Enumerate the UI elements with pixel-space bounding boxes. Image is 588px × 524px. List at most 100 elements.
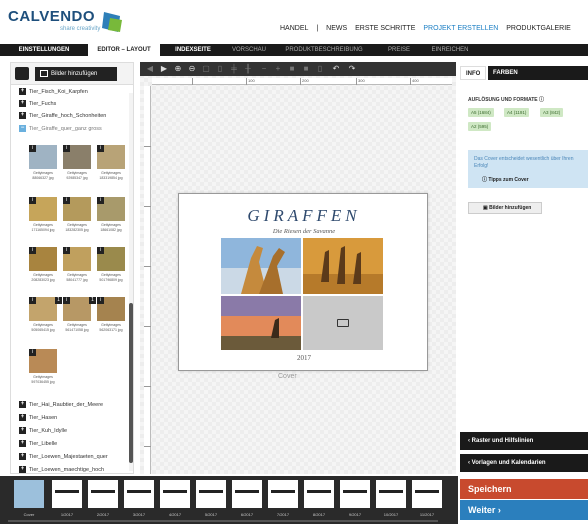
next-button[interactable]: Weiter › xyxy=(460,500,588,520)
folder-item[interactable]: + Tier_Hasen xyxy=(19,413,57,424)
tab-indexseite[interactable]: INDEXSEITE xyxy=(163,44,223,56)
image-info-icon[interactable]: i xyxy=(63,145,70,152)
image-info-icon[interactable]: i xyxy=(63,247,70,254)
image-info-icon[interactable]: i xyxy=(29,247,36,254)
align-center-icon[interactable]: ╪ xyxy=(230,65,238,73)
info-icon[interactable]: ⓘ xyxy=(539,97,544,103)
undo-icon[interactable]: ↶ xyxy=(332,65,340,73)
page-thumb[interactable] xyxy=(412,480,442,508)
page-thumb-label: 10/2017 xyxy=(383,512,399,517)
page-thumb[interactable] xyxy=(160,480,190,508)
delete-icon[interactable]: ▯ xyxy=(316,65,324,73)
page-thumb[interactable] xyxy=(304,480,334,508)
add-images-button-right[interactable]: ▣ Bilder hinzufügen xyxy=(468,202,542,214)
image-info-icon[interactable]: i xyxy=(63,297,70,304)
thumbnail-caption: Gettyimages 505065415 jpg xyxy=(31,323,55,332)
folder-icon[interactable] xyxy=(15,67,29,80)
accordion-raster[interactable]: ‹ Raster und Hilfslinien xyxy=(460,432,588,450)
nav-projekt-erstellen[interactable]: PROJEKT ERSTELLEN xyxy=(423,25,498,32)
nav-handel[interactable]: HANDEL xyxy=(280,25,308,32)
page-thumb[interactable] xyxy=(196,480,226,508)
redo-icon[interactable]: ↷ xyxy=(348,65,356,73)
align-left-icon[interactable]: ▯ xyxy=(216,65,224,73)
calendar-title[interactable]: GIRAFFEN xyxy=(179,206,429,226)
tab-farben[interactable]: FARBEN xyxy=(488,66,523,80)
fit-page-icon[interactable]: ▢ xyxy=(202,65,210,73)
plus-icon[interactable]: + xyxy=(19,427,26,435)
giraffe-photo-1[interactable] xyxy=(221,238,301,294)
page-thumb[interactable] xyxy=(88,480,118,508)
calendar-year[interactable]: 2017 xyxy=(179,354,429,362)
nav-erste-schritte[interactable]: ERSTE SCHRITTE xyxy=(355,25,415,32)
folder-item[interactable]: + Tier_Libelle xyxy=(19,439,57,450)
image-info-icon[interactable]: i xyxy=(29,145,36,152)
folder-item[interactable]: + Tier_Hai_Raubtier_der_Meere xyxy=(19,400,103,411)
plus-icon[interactable]: + xyxy=(274,65,282,73)
page-thumb[interactable] xyxy=(268,480,298,508)
giraffe-photo-2[interactable] xyxy=(303,238,383,294)
tab-vorschau[interactable]: VORSCHAU xyxy=(226,44,272,56)
zoom-in-icon[interactable]: ⊕ xyxy=(174,65,182,73)
save-button[interactable]: Speichern xyxy=(460,479,588,499)
page-thumb[interactable] xyxy=(52,480,82,508)
folder-item[interactable]: + Tier_Loewen_maechtige_hoch xyxy=(19,465,104,473)
folder-item[interactable]: + Tier_Kuh_Idylle xyxy=(19,426,67,437)
layer-icon[interactable]: ■ xyxy=(288,65,296,73)
filmstrip-scrollbar[interactable] xyxy=(8,520,438,522)
ruler-tick xyxy=(246,78,247,85)
page-thumb[interactable] xyxy=(124,480,154,508)
page-thumb[interactable] xyxy=(340,480,370,508)
plus-icon[interactable]: + xyxy=(19,466,26,473)
folder-item[interactable]: + Tier_Fisch_Koi_Karpfen xyxy=(19,87,88,98)
camera-icon xyxy=(337,319,349,327)
nav-news[interactable]: NEWS xyxy=(326,25,347,32)
logo-mark-icon xyxy=(102,12,122,32)
tab-produktbeschreibung[interactable]: PRODUKTBESCHREIBUNG xyxy=(274,44,374,56)
plus-icon[interactable]: + xyxy=(19,440,26,448)
tab-einstellungen[interactable]: EINSTELLUNGEN xyxy=(4,44,84,56)
page-thumb-label: 1/2017 xyxy=(60,512,74,517)
image-info-icon[interactable]: i xyxy=(97,197,104,204)
add-images-button[interactable]: Bilder hinzufügen xyxy=(35,67,117,81)
brand-logo[interactable]: CALVENDO xyxy=(8,8,95,25)
tab-preise[interactable]: PREISE xyxy=(376,44,422,56)
prev-page-icon[interactable]: ◀ xyxy=(146,65,154,73)
nav-produktgalerie[interactable]: PRODUKTGALERIE xyxy=(506,25,571,32)
cover-tips-link[interactable]: ⓘ Tipps zum Cover xyxy=(482,176,529,183)
page-thumb[interactable] xyxy=(232,480,262,508)
tab-info[interactable]: INFO xyxy=(460,66,487,80)
plus-icon[interactable]: + xyxy=(19,88,26,96)
layer-front-icon[interactable]: ■ xyxy=(302,65,310,73)
zoom-out-icon[interactable]: ⊖ xyxy=(188,65,196,73)
distribute-icon[interactable]: ╫ xyxy=(244,65,252,73)
minus-icon[interactable]: − xyxy=(260,65,268,73)
tab-editor-layout[interactable]: EDITOR – LAYOUT xyxy=(88,44,160,56)
calendar-cover-page[interactable]: GIRAFFEN Die Riesen der Savanne 2017 xyxy=(178,193,428,371)
accordion-vorlagen[interactable]: ‹ Vorlagen und Kalendarien xyxy=(460,454,588,472)
plus-icon[interactable]: + xyxy=(19,453,26,461)
folder-item[interactable]: + Tier_Giraffe_hoch_Schonheiten xyxy=(19,111,106,122)
plus-icon[interactable]: + xyxy=(19,100,26,108)
image-info-icon[interactable]: i xyxy=(97,297,104,304)
folder-item-open[interactable]: − Tier_Giraffe_quer_ganz gross xyxy=(19,124,102,135)
image-info-icon[interactable]: i xyxy=(29,349,36,356)
image-info-icon[interactable]: i xyxy=(97,247,104,254)
folder-item[interactable]: + Tier_Loewen_Majestaeten_quer xyxy=(19,452,108,463)
next-page-icon[interactable]: ▶ xyxy=(160,65,168,73)
minus-icon[interactable]: − xyxy=(19,125,26,133)
page-thumb-cover[interactable] xyxy=(14,480,44,508)
plus-icon[interactable]: + xyxy=(19,112,26,120)
plus-icon[interactable]: + xyxy=(19,414,26,422)
empty-image-placeholder[interactable] xyxy=(303,296,383,350)
tab-einreichen[interactable]: EINREICHEN xyxy=(424,44,476,56)
image-info-icon[interactable]: i xyxy=(29,297,36,304)
image-info-icon[interactable]: i xyxy=(63,197,70,204)
library-scrollbar-thumb[interactable] xyxy=(129,303,133,463)
folder-item[interactable]: + Tier_Fuchs xyxy=(19,99,56,110)
image-info-icon[interactable]: i xyxy=(97,145,104,152)
plus-icon[interactable]: + xyxy=(19,401,26,409)
giraffe-photo-3[interactable] xyxy=(221,296,301,350)
calendar-subtitle[interactable]: Die Riesen der Savanne xyxy=(179,228,429,235)
page-thumb[interactable] xyxy=(376,480,406,508)
image-info-icon[interactable]: i xyxy=(29,197,36,204)
